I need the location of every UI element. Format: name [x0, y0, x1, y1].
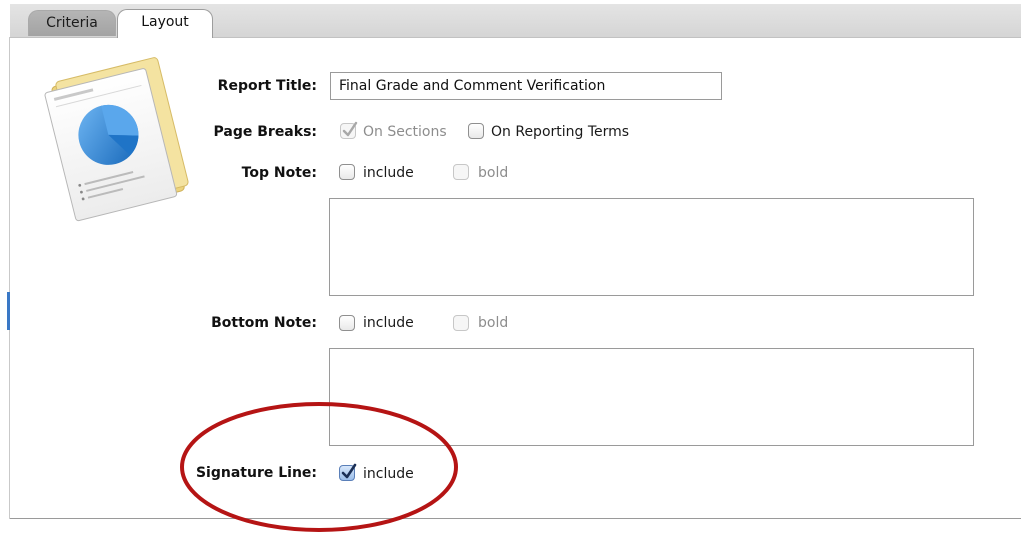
page-breaks-label: Page Breaks: — [213, 124, 317, 140]
top-note-bold-checkbox[interactable] — [453, 164, 469, 180]
on-reporting-terms-checkbox[interactable] — [468, 123, 484, 139]
bottom-note-bold-label: bold — [478, 315, 509, 331]
tab-strip: Criteria Layout — [10, 4, 1021, 38]
report-title-label: Report Title: — [217, 78, 317, 94]
on-reporting-terms-label: On Reporting Terms — [491, 124, 630, 140]
on-sections-label: On Sections — [363, 124, 447, 140]
tab-criteria[interactable]: Criteria — [28, 10, 116, 36]
window-edge-highlight — [7, 292, 10, 330]
top-note-label: Top Note: — [241, 165, 317, 181]
tab-layout[interactable]: Layout — [117, 9, 213, 38]
panel-bottom-divider — [10, 518, 1021, 519]
bottom-note-include-checkbox[interactable] — [339, 315, 355, 331]
bottom-note-include-label: include — [363, 315, 414, 331]
signature-line-include-label: include — [363, 466, 414, 482]
bottom-note-label: Bottom Note: — [211, 315, 317, 331]
top-note-include-label: include — [363, 165, 414, 181]
checkmark-icon — [341, 463, 357, 479]
on-sections-checkbox[interactable] — [340, 121, 358, 139]
bottom-note-bold-checkbox[interactable] — [453, 315, 469, 331]
signature-line-label: Signature Line: — [195, 465, 317, 481]
layout-panel: Criteria Layout Report Title: Final Grad… — [0, 0, 1021, 533]
signature-line-include-checkbox[interactable] — [339, 463, 357, 481]
top-note-bold-label: bold — [478, 165, 509, 181]
window-left-edge — [9, 37, 10, 519]
bottom-note-textarea[interactable] — [329, 348, 974, 446]
checkmark-icon — [342, 121, 358, 137]
report-title-input[interactable] — [330, 72, 722, 100]
top-note-textarea[interactable] — [329, 198, 974, 296]
top-note-include-checkbox[interactable] — [339, 164, 355, 180]
report-document-pie-chart-icon — [44, 57, 189, 222]
